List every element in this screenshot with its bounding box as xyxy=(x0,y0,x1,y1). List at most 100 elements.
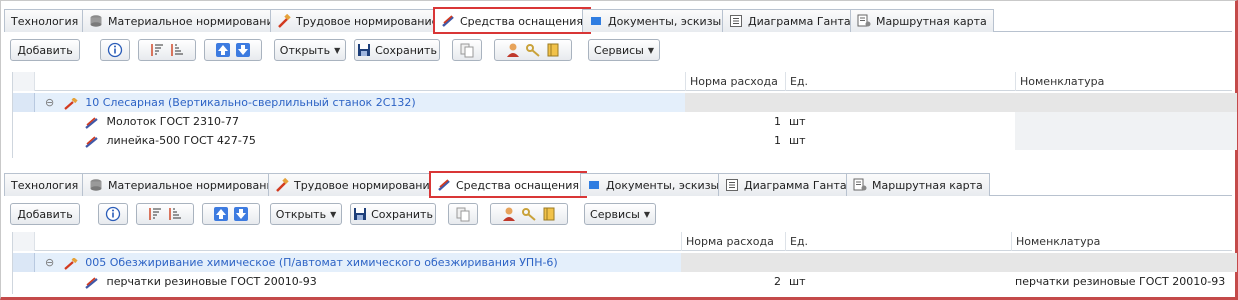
tab-label: Диаграмма Ганта xyxy=(748,14,851,28)
tools-icon xyxy=(437,178,451,192)
add-button[interactable]: Добавить xyxy=(10,39,80,61)
move-buttons[interactable] xyxy=(202,203,260,225)
collapse-icon[interactable]: ⊖ xyxy=(45,256,54,269)
arrow-down-icon xyxy=(235,42,251,58)
tab-gantt[interactable]: Диаграмма Ганта xyxy=(722,9,858,32)
nomenclature-cell xyxy=(1011,253,1237,272)
info-button[interactable] xyxy=(100,39,130,61)
arrow-down-icon xyxy=(233,206,249,222)
tab-label: Средства оснащения xyxy=(460,14,584,28)
info-icon xyxy=(107,42,123,58)
info-icon xyxy=(105,206,121,222)
move-buttons[interactable] xyxy=(204,39,262,61)
save-button[interactable]: Сохранить xyxy=(354,39,440,61)
route-card-icon xyxy=(857,14,871,28)
column-header-unit[interactable]: Ед. xyxy=(785,72,1015,91)
tab-equipment[interactable]: Средства оснащения xyxy=(428,171,588,198)
table-row[interactable]: Молоток ГОСТ 2310-77 1 шт xyxy=(13,112,1237,131)
header-row-indicator xyxy=(13,232,35,251)
tab-route-card[interactable]: Маршрутная карта xyxy=(846,173,990,196)
table-row[interactable]: перчатки резиновые ГОСТ 20010-93 2 шт пе… xyxy=(13,272,1232,291)
sort-descending-icon xyxy=(167,206,183,222)
nomenclature-cell xyxy=(1015,112,1237,131)
floppy-disk-icon xyxy=(353,207,367,221)
hammer-icon xyxy=(63,257,78,270)
name-cell: перчатки резиновые ГОСТ 20010-93 xyxy=(81,272,671,291)
key-icon xyxy=(521,206,537,222)
user-icon xyxy=(505,42,521,58)
tab-label: Материальное нормирование xyxy=(108,178,281,192)
tab-technology[interactable]: Технология xyxy=(4,9,86,32)
operation-cell: ⊖ 005 Обезжиривание химическое (П/автома… xyxy=(41,253,677,272)
column-header-unit[interactable]: Ед. xyxy=(785,232,1011,251)
tab-route-card[interactable]: Маршрутная карта xyxy=(850,9,994,32)
chevron-down-icon: ▼ xyxy=(643,209,650,219)
column-header-rate[interactable]: Норма расхода xyxy=(685,72,785,91)
tab-label: Средства оснащения xyxy=(456,178,580,192)
open-button[interactable]: Открыть ▼ xyxy=(274,39,346,61)
database-icon xyxy=(89,14,103,28)
sort-buttons[interactable] xyxy=(136,203,194,225)
add-button[interactable]: Добавить xyxy=(10,203,80,225)
tab-label: Трудовое нормирование xyxy=(296,14,439,28)
tab-label: Диаграмма Ганта xyxy=(744,178,847,192)
tab-labor-norming[interactable]: Трудовое нормирование xyxy=(270,9,446,32)
book-icon xyxy=(541,206,557,222)
tab-documents[interactable]: Документы, эскизы xyxy=(582,9,729,32)
book-icon xyxy=(545,42,561,58)
nomenclature-cell xyxy=(1015,131,1237,150)
row-indicator xyxy=(13,253,35,272)
tab-documents[interactable]: Документы, эскизы xyxy=(580,173,727,196)
grid-header: Норма расхода Ед. Номенклатура xyxy=(13,232,1232,251)
add-button-label: Добавить xyxy=(17,207,73,221)
operation-row[interactable]: ⊖ 005 Обезжиривание химическое (П/автома… xyxy=(13,253,1237,272)
unit-cell: шт xyxy=(789,134,806,147)
copy-button[interactable] xyxy=(452,39,482,61)
rate-cell: 1 xyxy=(774,115,781,128)
open-button[interactable]: Открыть ▼ xyxy=(270,203,342,225)
save-button-label: Сохранить xyxy=(371,207,433,221)
document-icon xyxy=(589,14,603,28)
tab-gantt[interactable]: Диаграмма Ганта xyxy=(718,173,854,196)
equipment-panel-1: Технология Материальное нормирование Тру… xyxy=(4,6,1237,158)
copy-button[interactable] xyxy=(448,203,478,225)
column-header-nomenclature[interactable]: Номенклатура xyxy=(1011,232,1237,251)
services-button[interactable]: Сервисы ▼ xyxy=(584,203,656,225)
rate-cell xyxy=(685,93,785,112)
unit-cell xyxy=(785,253,1011,272)
sort-descending-icon xyxy=(169,42,185,58)
tab-labor-norming[interactable]: Трудовое нормирование xyxy=(268,173,444,196)
document-icon xyxy=(587,178,601,192)
operation-row[interactable]: ⊖ 10 Слесарная (Вертикально-сверлильный … xyxy=(13,93,1237,112)
toolbar: Добавить Открыть ▼ Сохранить Сервисы ▼ xyxy=(4,200,1232,230)
name-cell: Молоток ГОСТ 2310-77 xyxy=(81,112,671,131)
copy-icon xyxy=(455,206,471,222)
table-row[interactable]: линейка-500 ГОСТ 427-75 1 шт xyxy=(13,131,1237,150)
tools-icon xyxy=(441,14,455,28)
sort-buttons[interactable] xyxy=(138,39,196,61)
collapse-icon[interactable]: ⊖ xyxy=(45,96,54,109)
tab-material-norming[interactable]: Материальное нормирование xyxy=(82,9,288,32)
item-name: перчатки резиновые ГОСТ 20010-93 xyxy=(106,275,317,288)
hammer-icon xyxy=(277,13,291,28)
tab-label: Документы, эскизы xyxy=(608,14,722,28)
save-button[interactable]: Сохранить xyxy=(350,203,436,225)
column-header-rate[interactable]: Норма расхода xyxy=(681,232,785,251)
gantt-icon xyxy=(725,178,739,192)
arrow-up-icon xyxy=(213,206,229,222)
tab-equipment[interactable]: Средства оснащения xyxy=(432,7,592,34)
services-button[interactable]: Сервисы ▼ xyxy=(588,39,660,61)
unit-cell xyxy=(785,93,1015,112)
tab-material-norming[interactable]: Материальное нормирование xyxy=(82,173,288,196)
services-button-label: Сервисы xyxy=(594,43,644,57)
name-cell: линейка-500 ГОСТ 427-75 xyxy=(81,131,671,150)
add-button-label: Добавить xyxy=(17,43,73,57)
user-tools-buttons[interactable] xyxy=(490,203,568,225)
user-tools-buttons[interactable] xyxy=(494,39,572,61)
tab-label: Документы, эскизы xyxy=(606,178,720,192)
info-button[interactable] xyxy=(98,203,128,225)
tab-technology[interactable]: Технология xyxy=(4,173,86,196)
column-header-nomenclature[interactable]: Номенклатура xyxy=(1015,72,1237,91)
operation-title: 005 Обезжиривание химическое (П/автомат … xyxy=(85,256,558,269)
arrow-up-icon xyxy=(215,42,231,58)
